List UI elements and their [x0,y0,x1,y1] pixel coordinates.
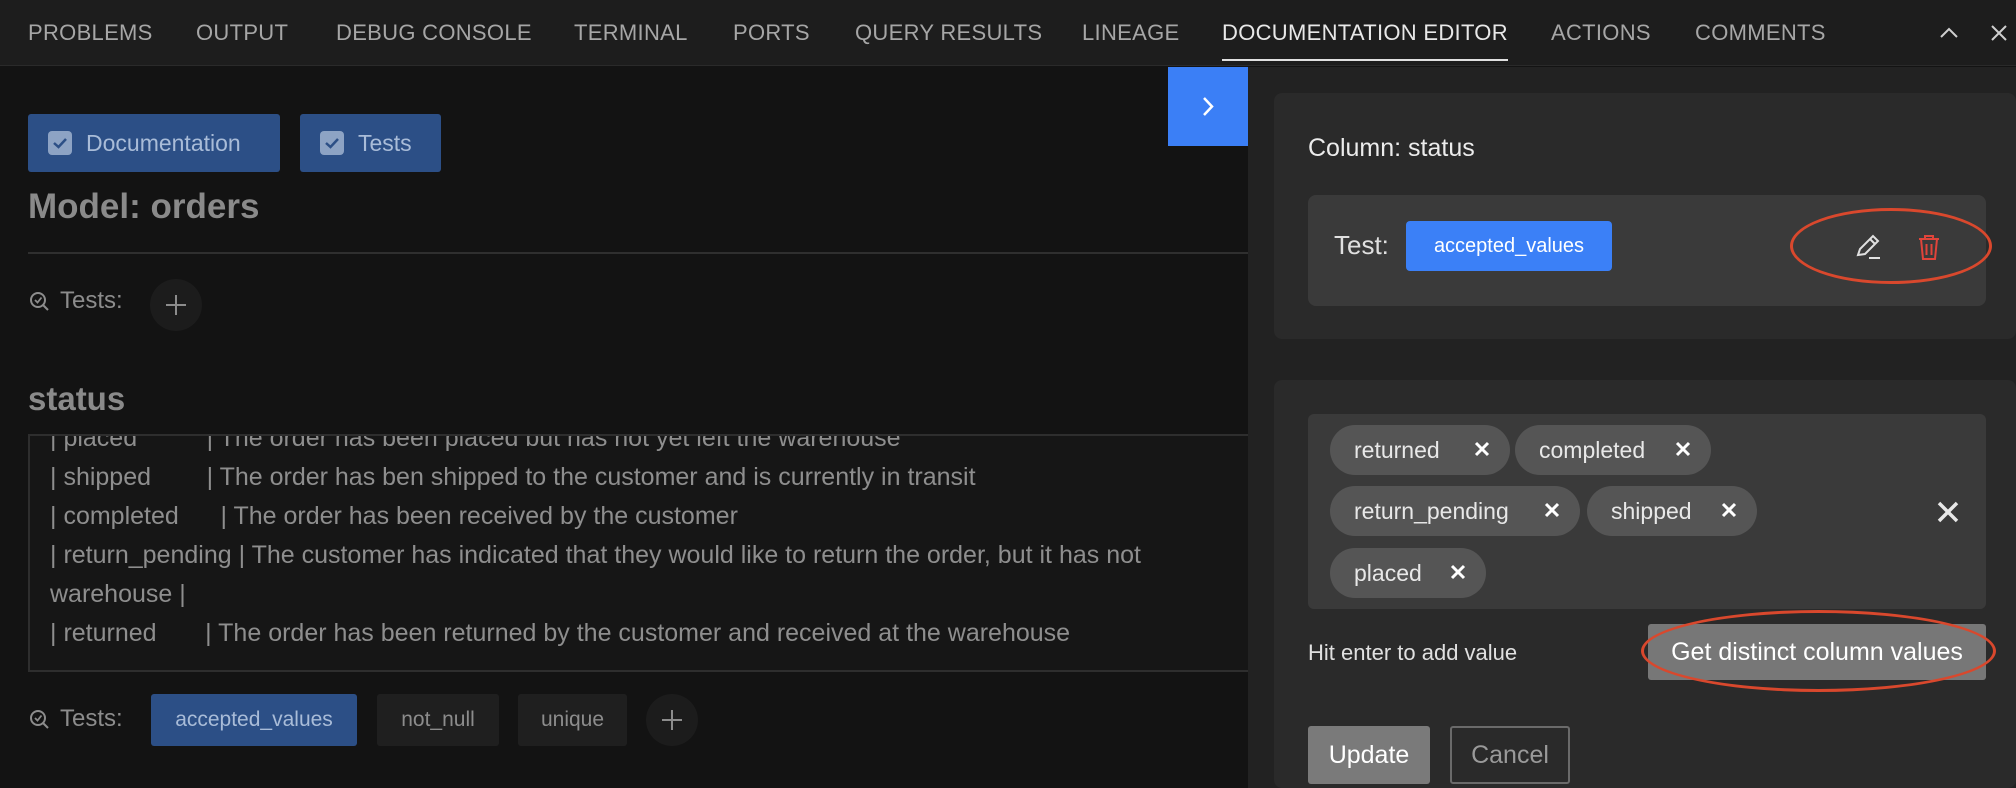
tab-problems[interactable]: PROBLEMS [28,20,153,46]
add-value-hint: Hit enter to add value [1308,640,1518,665]
value-chip: return_pending [1330,486,1580,536]
tab-lineage[interactable]: LINEAGE [1082,20,1179,46]
tab-documentation-editor[interactable]: DOCUMENTATION EDITOR [1222,20,1508,61]
chevron-up-icon[interactable] [1934,18,1964,48]
test-name-badge[interactable]: accepted_values [1406,221,1612,271]
value-chip: returned [1330,425,1510,475]
divider [28,252,1250,254]
clear-all-icon[interactable] [1936,500,1960,524]
column-test-chip[interactable]: unique [518,694,627,746]
remove-value-icon[interactable] [1472,439,1492,459]
tab-output[interactable]: OUTPUT [196,20,288,46]
documentation-toggle-label: Documentation [86,129,241,156]
tests-toggle-label: Tests [358,129,412,156]
checkbox-checked-icon [320,131,344,155]
remove-value-icon[interactable] [1542,500,1562,520]
tab-ports[interactable]: PORTS [733,20,810,46]
description-line: | return_pending | The customer has indi… [50,541,1141,569]
test-label: Test: [1334,230,1389,260]
value-chip: shipped [1587,486,1757,536]
tab-actions[interactable]: ACTIONS [1551,20,1651,46]
chevron-right-icon [1203,97,1214,116]
cancel-button[interactable]: Cancel [1450,726,1570,784]
value-chip: completed [1515,425,1711,475]
add-column-test-button[interactable] [646,694,698,746]
description-line: warehouse | [50,580,186,608]
annotation-circle [1790,208,1992,284]
description-line: | shipped | The order has ben shipped to… [50,463,976,491]
close-icon[interactable] [1984,18,2014,48]
model-title: Model: orders [28,187,260,226]
description-line: | placed | The order has been placed but… [50,434,901,452]
remove-value-icon[interactable] [1719,500,1739,520]
column-test-chip[interactable]: accepted_values [151,694,357,746]
tab-terminal[interactable]: TERMINAL [574,20,688,46]
tab-debug-console[interactable]: DEBUG CONSOLE [336,20,532,46]
description-line: | returned | The order has been returned… [50,619,1071,647]
tab-query-results[interactable]: QUERY RESULTS [855,20,1042,46]
model-tests-label: Tests: [28,287,123,315]
tests-toggle[interactable]: Tests [300,114,441,172]
test-search-icon [30,710,49,729]
collapse-panel-button[interactable] [1168,67,1248,146]
remove-value-icon[interactable] [1448,562,1468,582]
checkbox-checked-icon [48,131,72,155]
test-search-icon [30,292,49,311]
annotation-circle [1641,610,1996,692]
remove-value-icon[interactable] [1673,439,1693,459]
update-button[interactable]: Update [1308,726,1430,784]
description-line: | completed | The order has been receive… [50,502,738,530]
add-model-test-button[interactable] [150,279,202,331]
column-label: Column: status [1308,134,1475,162]
column-tests-label: Tests: [28,705,123,733]
column-title: status [28,380,126,417]
documentation-editor: Documentation Tests Model: orders Tests:… [0,67,1250,788]
value-chip: placed [1330,548,1486,598]
panel-tab-bar: PROBLEMS OUTPUT DEBUG CONSOLE TERMINAL P… [0,0,2016,66]
tab-comments[interactable]: COMMENTS [1695,20,1826,46]
column-test-chip[interactable]: not_null [377,694,499,746]
column-description-textarea[interactable]: | placed | The order has been placed but… [28,434,1250,672]
documentation-toggle[interactable]: Documentation [28,114,280,172]
